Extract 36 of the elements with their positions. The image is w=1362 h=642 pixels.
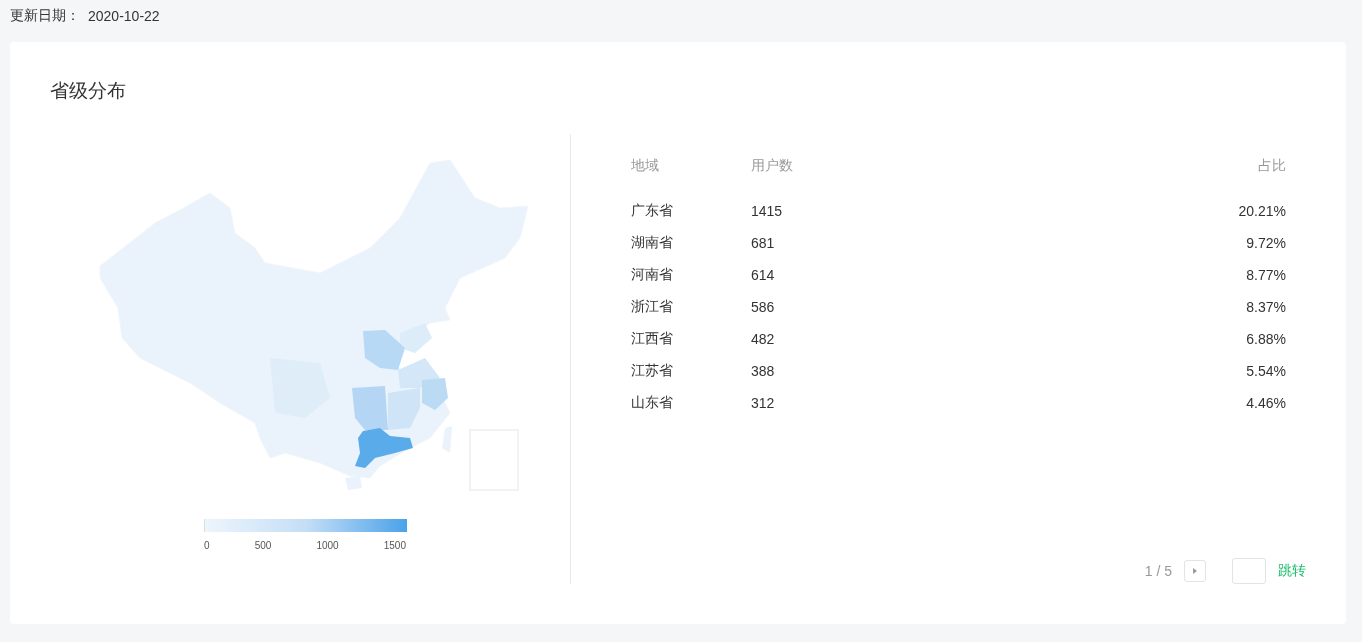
region-cell-text: 山东省 bbox=[631, 394, 674, 412]
share-cell: 8.37% bbox=[1246, 299, 1286, 315]
scale-label: 0 bbox=[204, 540, 210, 551]
scale-label: 500 bbox=[254, 540, 272, 551]
region-cell-text: 广东省 bbox=[631, 202, 674, 220]
scale-label: 1500 bbox=[383, 540, 406, 551]
users-cell-text: 614 bbox=[751, 267, 776, 283]
share-cell: 4.46% bbox=[1246, 395, 1286, 411]
region-cell-text: 江苏省 bbox=[631, 362, 674, 380]
column-header: 用户数 bbox=[751, 157, 794, 175]
page-input-field[interactable] bbox=[1232, 558, 1266, 584]
update-date: 2020-10-22 bbox=[88, 8, 160, 24]
column-header: 地域 bbox=[631, 157, 660, 175]
triangle-icon bbox=[1193, 568, 1197, 574]
column-header: 占比 bbox=[1258, 157, 1286, 175]
region-cell-text: 浙江省 bbox=[631, 298, 674, 316]
share-cell: 8.77% bbox=[1246, 267, 1286, 283]
users-cell-text: 482 bbox=[751, 331, 776, 347]
users-cell-text: 312 bbox=[751, 395, 776, 411]
update-label: 更新日期： bbox=[10, 7, 80, 25]
region-cell-text: 河南省 bbox=[631, 266, 674, 284]
share-cell: 5.54% bbox=[1246, 363, 1286, 379]
region-cell-text: 江西省 bbox=[631, 330, 674, 348]
jump-link[interactable]: 跳转 bbox=[1278, 562, 1306, 580]
users-cell-text: 681 bbox=[751, 235, 776, 251]
share-cell: 6.88% bbox=[1246, 331, 1286, 347]
next-page-button[interactable] bbox=[1184, 560, 1206, 582]
users-cell-text: 1415 bbox=[751, 203, 784, 219]
region-cell-text: 湖南省 bbox=[631, 234, 674, 252]
users-cell-text: 586 bbox=[751, 299, 776, 315]
share-cell: 9.72% bbox=[1246, 235, 1286, 251]
page-indicator: 1 / 5 bbox=[1144, 563, 1172, 579]
share-cell: 20.21% bbox=[1238, 203, 1286, 219]
scale-label: 1000 bbox=[316, 540, 339, 551]
card-title: 省级分布 bbox=[50, 79, 126, 103]
users-cell-text: 388 bbox=[751, 363, 776, 379]
